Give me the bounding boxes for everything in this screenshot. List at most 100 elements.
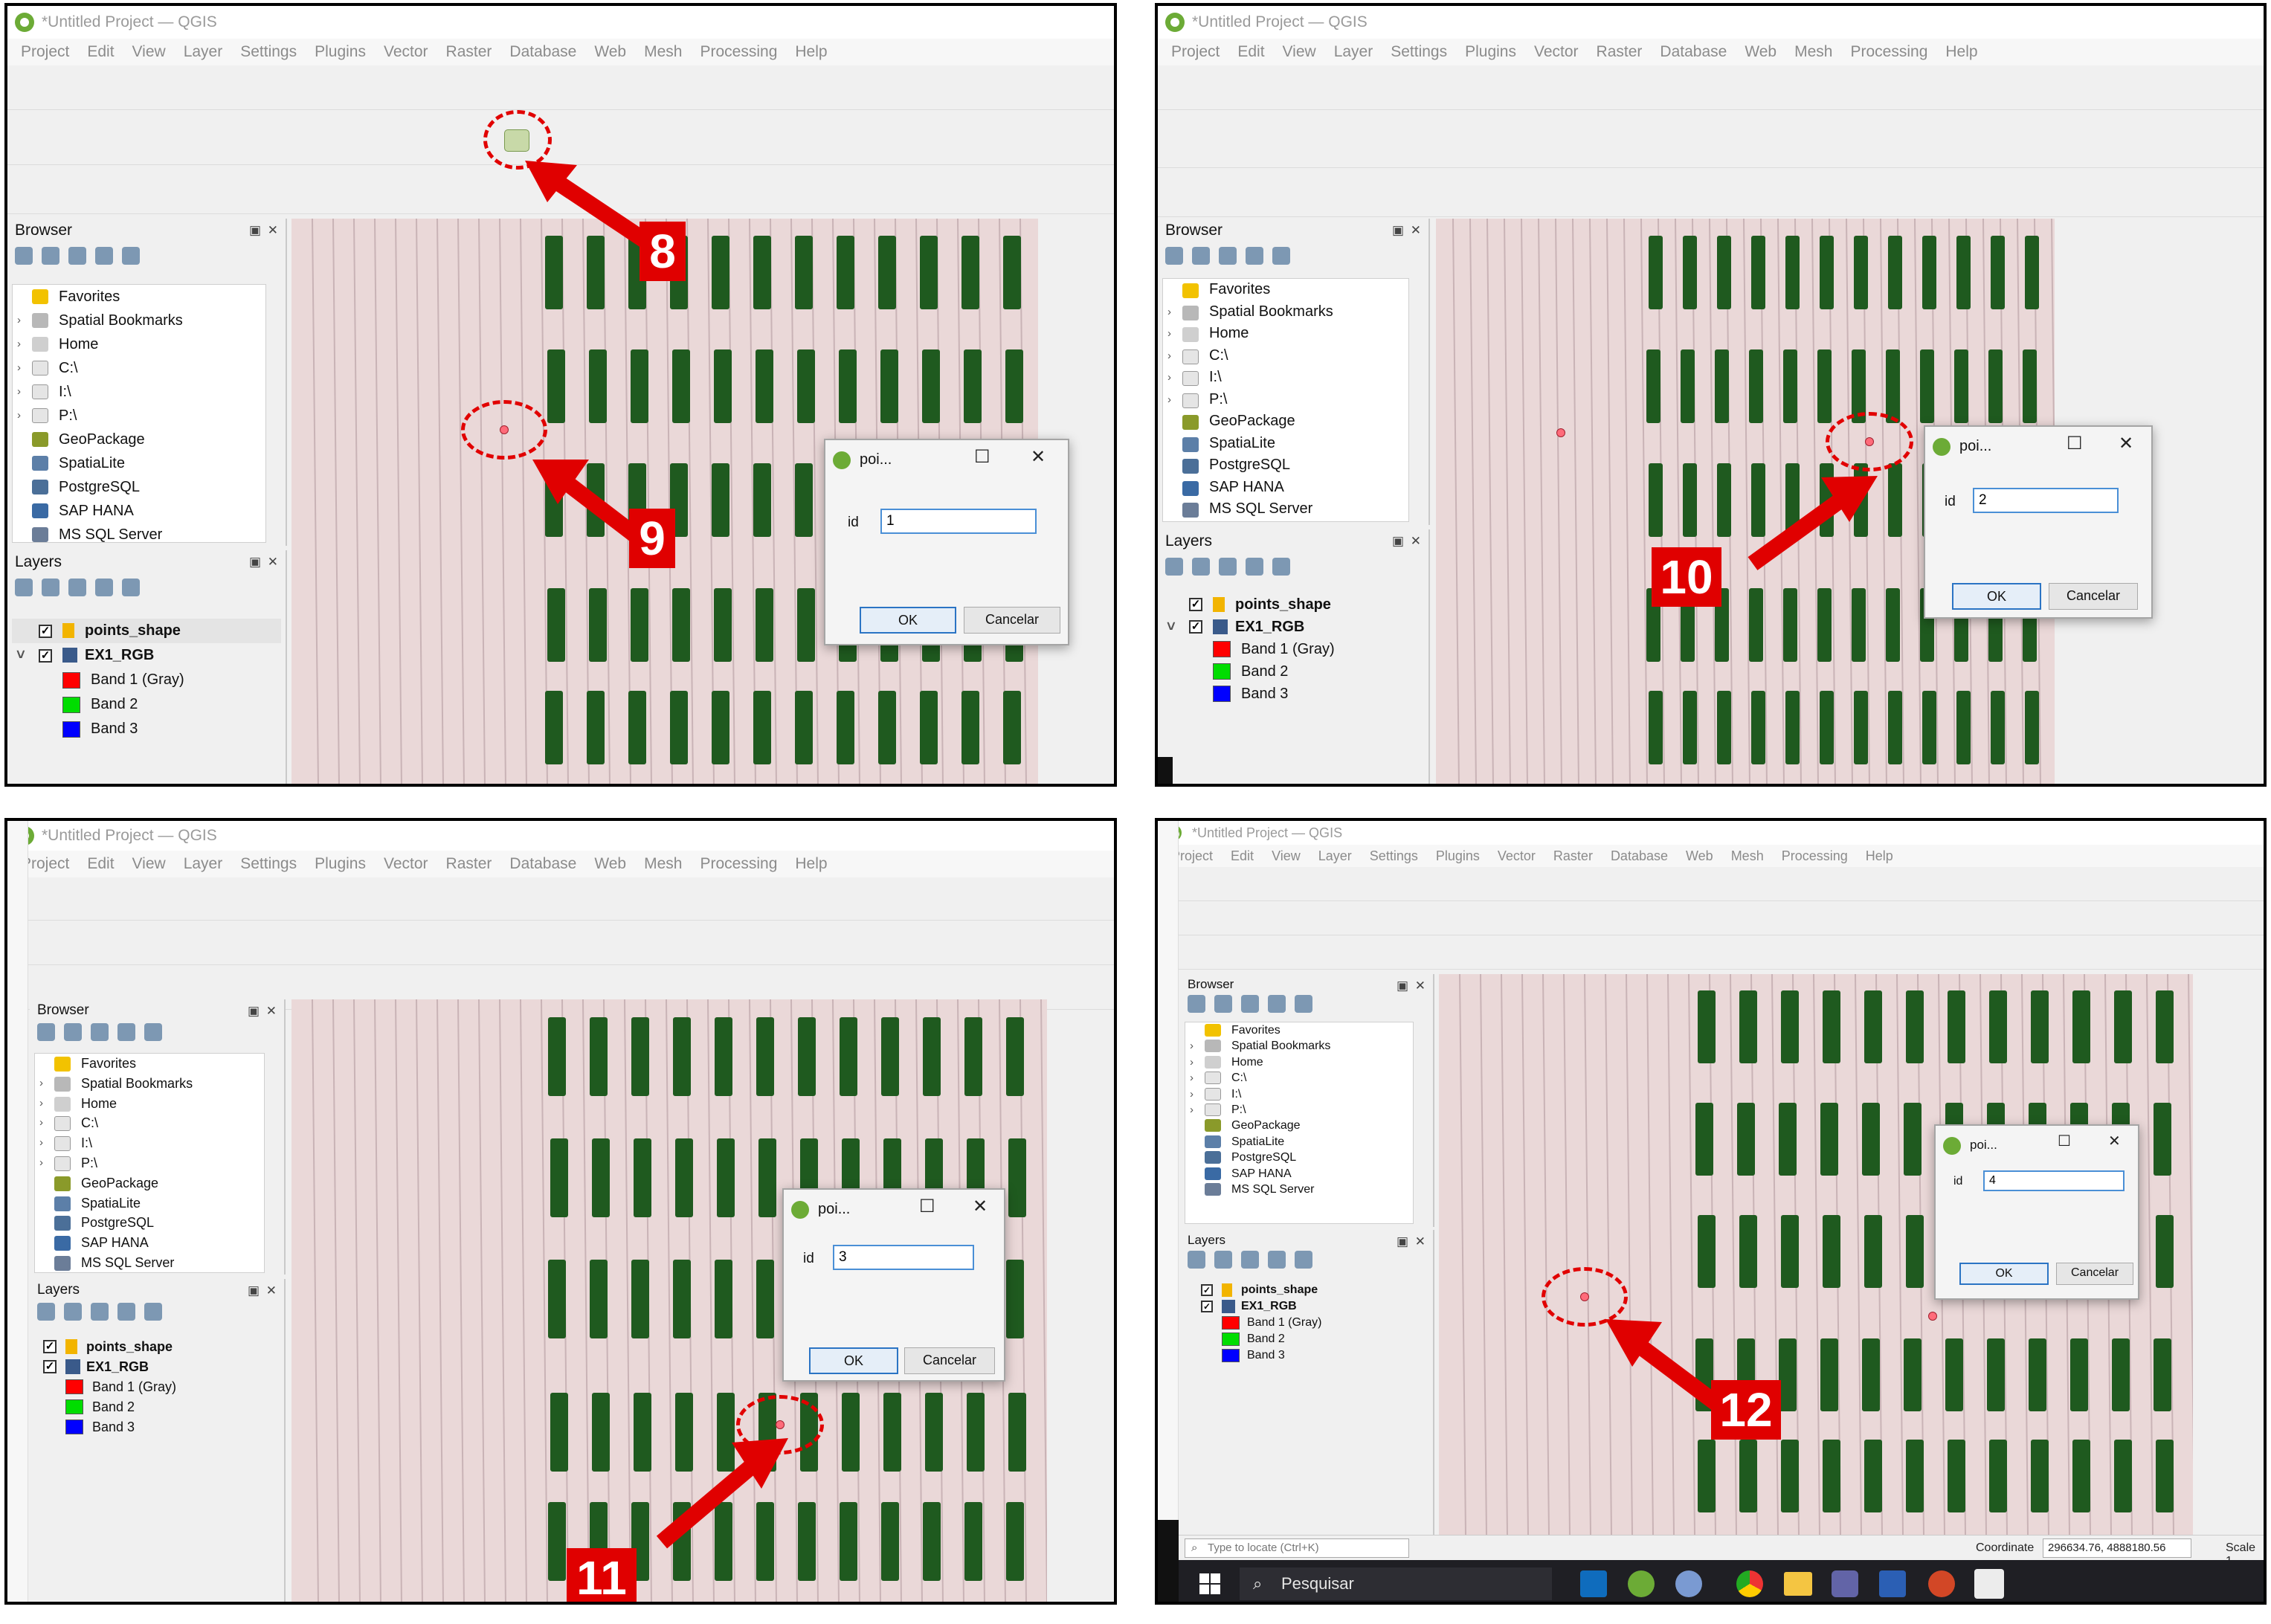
menu-mesh[interactable]: Mesh <box>1731 848 1764 863</box>
layer-points-shape[interactable]: ✓ points_shape <box>1185 1282 1428 1298</box>
close-icon[interactable]: ✕ <box>2119 433 2133 454</box>
menu-plugins[interactable]: Plugins <box>315 43 366 60</box>
browser-item-spatialite[interactable]: SpatiaLite <box>13 451 265 475</box>
maximize-icon[interactable]: ☐ <box>974 446 990 468</box>
menu-help[interactable]: Help <box>1866 848 1893 863</box>
menu-mesh[interactable]: Mesh <box>1794 43 1832 60</box>
menu-layer[interactable]: Layer <box>184 43 223 60</box>
menu-settings[interactable]: Settings <box>240 43 297 60</box>
menu-web[interactable]: Web <box>1686 848 1713 863</box>
browser-item-p[interactable]: › P:\ <box>1185 1102 1413 1118</box>
layer-ex1-rgb[interactable]: ˅ ✓ EX1_RGB <box>1162 616 1424 638</box>
browser-item-postgresql[interactable]: PostgreSQL <box>1185 1150 1413 1165</box>
browser-item-home[interactable]: › Home <box>13 332 265 356</box>
browser-item-c[interactable]: › C:\ <box>13 356 265 380</box>
browser-item-p[interactable]: › P:\ <box>1163 389 1408 411</box>
browser-item-i[interactable]: › I:\ <box>1163 367 1408 389</box>
menu-raster[interactable]: Raster <box>1553 848 1593 863</box>
add-point-feature-icon[interactable] <box>504 129 529 152</box>
layer-points-shape[interactable]: ✓ points_shape <box>1162 593 1424 616</box>
r-icon[interactable] <box>1675 1570 1702 1597</box>
browser-item-mssql[interactable]: MS SQL Server <box>1163 498 1408 521</box>
id-input[interactable]: 1 <box>880 509 1037 534</box>
menu-project[interactable]: Project <box>1171 43 1220 60</box>
chrome-icon[interactable] <box>1736 1570 1763 1597</box>
browser-item-geopackage[interactable]: GeoPackage <box>35 1173 264 1193</box>
powerpoint-icon[interactable] <box>1928 1570 1955 1597</box>
browser-item-favorites[interactable]: Favorites <box>1163 279 1408 301</box>
dock-buttons[interactable]: ▣ ✕ <box>248 1004 278 1019</box>
browser-item-saphana[interactable]: SAP HANA <box>13 499 265 523</box>
layer-ex1-rgb[interactable]: ✓ EX1_RGB <box>1185 1298 1428 1315</box>
maximize-icon[interactable]: ☐ <box>919 1196 935 1217</box>
dock-buttons[interactable]: ▣ ✕ <box>1397 979 1427 993</box>
menu-database[interactable]: Database <box>509 43 576 60</box>
browser-item-mssql[interactable]: MS SQL Server <box>1185 1182 1413 1197</box>
browser-item-spatialite[interactable]: SpatiaLite <box>1163 433 1408 455</box>
menu-web[interactable]: Web <box>594 855 626 872</box>
layer-ex1-rgb[interactable]: ˅ ✓ EX1_RGB <box>12 643 281 668</box>
browser-item-favorites[interactable]: Favorites <box>13 285 265 309</box>
menu-project[interactable]: Project <box>21 43 69 60</box>
menu-help[interactable]: Help <box>795 855 827 872</box>
browser-item-c[interactable]: › C:\ <box>35 1113 264 1133</box>
menu-view[interactable]: View <box>132 855 166 872</box>
menu-vector[interactable]: Vector <box>384 855 428 872</box>
browser-item-i[interactable]: › I:\ <box>35 1133 264 1153</box>
id-input[interactable]: 4 <box>1983 1170 2125 1191</box>
menu-raster[interactable]: Raster <box>446 43 492 60</box>
menu-database[interactable]: Database <box>509 855 576 872</box>
browser-item-p[interactable]: › P:\ <box>13 404 265 428</box>
browser-item-saphana[interactable]: SAP HANA <box>1185 1166 1413 1182</box>
browser-item-c[interactable]: › C:\ <box>1163 345 1408 367</box>
dock-buttons[interactable]: ▣ ✕ <box>1392 223 1423 238</box>
taskbar-search[interactable]: ⌕ Pesquisar <box>1240 1567 1552 1600</box>
menu-vector[interactable]: Vector <box>1498 848 1536 863</box>
menu-web[interactable]: Web <box>1745 43 1776 60</box>
browser-item-geopackage[interactable]: GeoPackage <box>1163 410 1408 433</box>
browser-item-c[interactable]: › C:\ <box>1185 1070 1413 1086</box>
cancel-button[interactable]: Cancelar <box>904 1347 995 1374</box>
browser-item-p[interactable]: › P:\ <box>35 1153 264 1173</box>
browser-item-home[interactable]: › Home <box>35 1094 264 1114</box>
menu-edit[interactable]: Edit <box>1231 848 1254 863</box>
browser-item-spatialite[interactable]: SpatiaLite <box>35 1193 264 1214</box>
cancel-button[interactable]: Cancelar <box>964 607 1060 634</box>
menu-settings[interactable]: Settings <box>240 855 297 872</box>
cancel-button[interactable]: Cancelar <box>2056 1263 2133 1285</box>
menu-layer[interactable]: Layer <box>184 855 223 872</box>
ok-button[interactable]: OK <box>809 1347 898 1374</box>
id-input[interactable]: 2 <box>1973 488 2119 513</box>
menu-plugins[interactable]: Plugins <box>1436 848 1480 863</box>
word-icon[interactable] <box>1879 1570 1906 1597</box>
browser-item-geopackage[interactable]: GeoPackage <box>13 428 265 451</box>
close-icon[interactable]: ✕ <box>1031 446 1046 468</box>
dock-buttons[interactable]: ▣ ✕ <box>249 223 280 238</box>
menu-database[interactable]: Database <box>1611 848 1668 863</box>
menu-raster[interactable]: Raster <box>1597 43 1643 60</box>
qgis-taskbar-icon[interactable] <box>1628 1570 1655 1597</box>
menu-web[interactable]: Web <box>594 43 626 60</box>
menu-mesh[interactable]: Mesh <box>644 855 682 872</box>
browser-item-saphana[interactable]: SAP HANA <box>1163 477 1408 499</box>
coordinate-field[interactable]: 296634.76, 4888180.56 <box>2043 1538 2191 1558</box>
menu-raster[interactable]: Raster <box>446 855 492 872</box>
maximize-icon[interactable]: ☐ <box>2067 433 2083 454</box>
menu-plugins[interactable]: Plugins <box>1465 43 1516 60</box>
close-icon[interactable]: ✕ <box>2108 1132 2121 1150</box>
layer-points-shape[interactable]: ✓ points_shape <box>12 619 281 643</box>
menu-mesh[interactable]: Mesh <box>644 43 682 60</box>
cancel-button[interactable]: Cancelar <box>2049 583 2138 610</box>
menu-help[interactable]: Help <box>795 43 827 60</box>
menu-processing[interactable]: Processing <box>700 43 777 60</box>
menu-processing[interactable]: Processing <box>1850 43 1927 60</box>
browser-item-postgresql[interactable]: PostgreSQL <box>13 475 265 499</box>
maximize-icon[interactable]: ☐ <box>2058 1132 2071 1150</box>
browser-item-bookmarks[interactable]: › Spatial Bookmarks <box>13 309 265 332</box>
menu-processing[interactable]: Processing <box>1782 848 1848 863</box>
browser-item-mssql[interactable]: MS SQL Server <box>35 1253 264 1273</box>
ok-button[interactable]: OK <box>1959 1263 2049 1285</box>
browser-item-home[interactable]: › Home <box>1163 323 1408 345</box>
menu-settings[interactable]: Settings <box>1370 848 1418 863</box>
ok-button[interactable]: OK <box>1952 583 2041 610</box>
